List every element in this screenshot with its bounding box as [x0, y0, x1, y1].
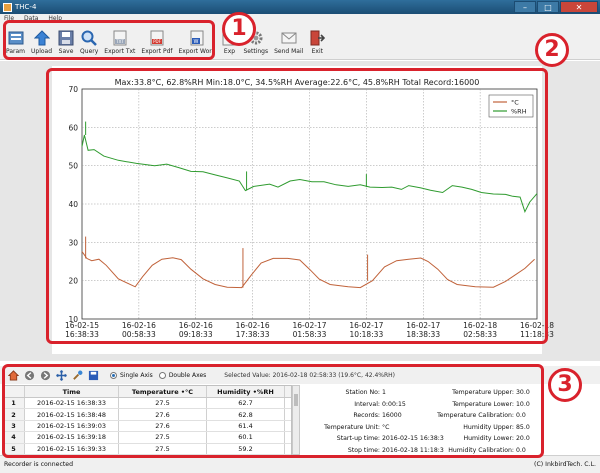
annotation-badge-2: 2 — [535, 33, 569, 67]
connection-status: Recorder is connected — [4, 461, 74, 468]
annotation-badge-3: 3 — [548, 368, 582, 402]
annotation-box-chart — [46, 68, 548, 344]
annotation-box-toolbar — [3, 20, 215, 60]
copyright-text: (C) InkbirdTech. C.L. — [534, 461, 596, 468]
annotation-badge-1: 1 — [222, 12, 256, 46]
annotation-box-data-panel — [2, 364, 544, 458]
